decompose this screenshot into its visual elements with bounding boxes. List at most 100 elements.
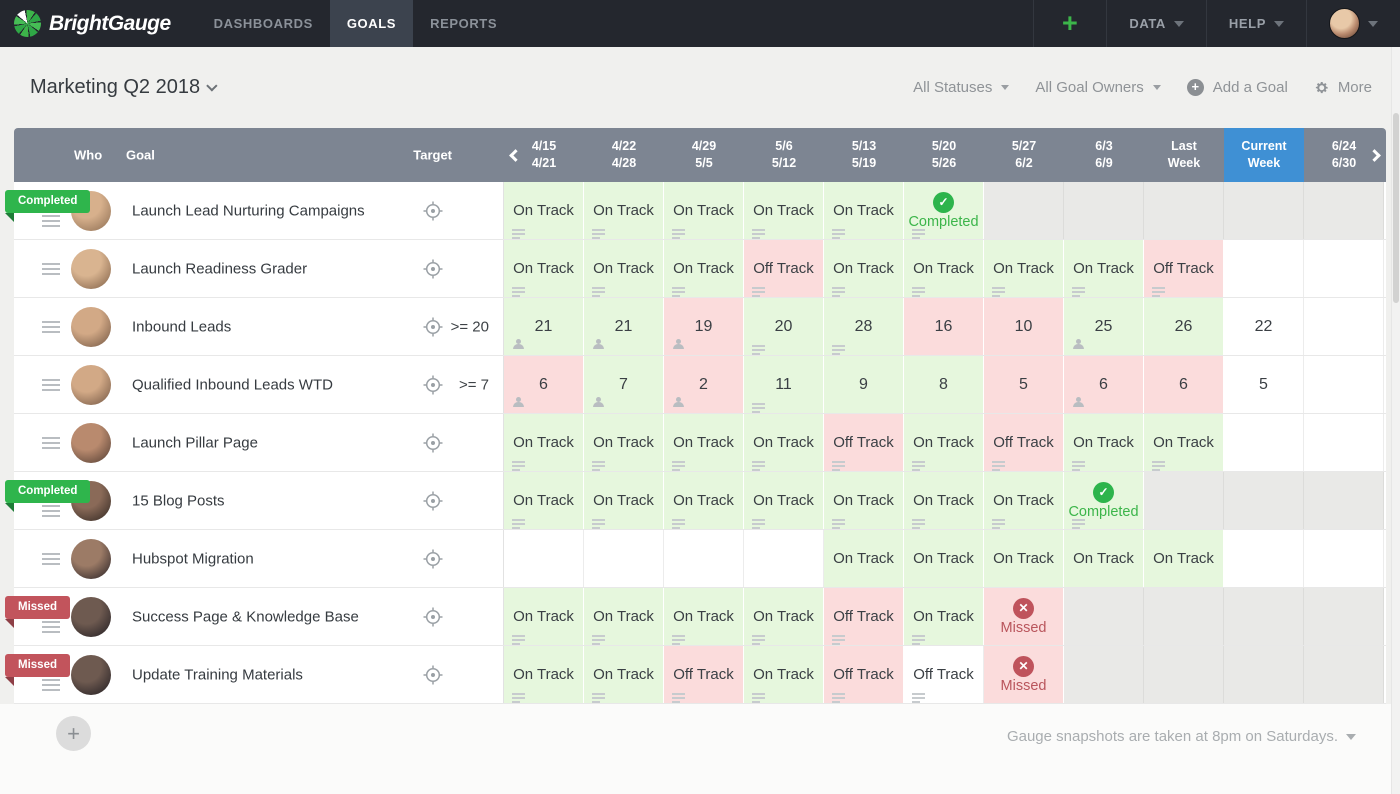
- week-cell[interactable]: On Track: [504, 240, 584, 297]
- week-cell[interactable]: 11: [744, 356, 824, 413]
- week-cell[interactable]: 5: [984, 356, 1064, 413]
- scrollbar-thumb[interactable]: [1393, 113, 1399, 303]
- week-cell[interactable]: On Track: [744, 472, 824, 529]
- week-cell[interactable]: On Track: [824, 182, 904, 239]
- nav-account-menu[interactable]: [1306, 0, 1400, 47]
- week-cell[interactable]: 10: [984, 298, 1064, 355]
- drag-handle-icon[interactable]: [42, 621, 60, 636]
- week-cell[interactable]: ✓Completed: [904, 182, 984, 239]
- week-cell[interactable]: Off Track: [984, 414, 1064, 471]
- week-cell[interactable]: Off Track: [744, 240, 824, 297]
- goal-list-title[interactable]: Marketing Q2 2018: [30, 76, 218, 99]
- week-cell[interactable]: On Track: [1144, 530, 1224, 587]
- week-cell[interactable]: On Track: [904, 530, 984, 587]
- week-cell[interactable]: On Track: [504, 646, 584, 703]
- nav-menu-data[interactable]: DATA: [1106, 0, 1206, 47]
- week-cell[interactable]: On Track: [1064, 530, 1144, 587]
- week-cell[interactable]: On Track: [584, 472, 664, 529]
- week-cell[interactable]: Off Track: [1144, 240, 1224, 297]
- brand[interactable]: BrightGauge: [0, 0, 197, 47]
- week-cell[interactable]: 20: [744, 298, 824, 355]
- week-cell[interactable]: 19: [664, 298, 744, 355]
- week-cell[interactable]: 7: [584, 356, 664, 413]
- week-cell[interactable]: 2: [664, 356, 744, 413]
- week-cell[interactable]: 26: [1144, 298, 1224, 355]
- week-cell[interactable]: Off Track: [664, 646, 744, 703]
- week-cell[interactable]: On Track: [664, 414, 744, 471]
- week-cell[interactable]: Off Track: [824, 646, 904, 703]
- week-cell[interactable]: On Track: [744, 588, 824, 645]
- week-cell[interactable]: 22: [1224, 298, 1304, 355]
- week-cell[interactable]: ✓Completed: [1064, 472, 1144, 529]
- column-header-week: 5/65/12: [744, 128, 824, 182]
- drag-handle-icon[interactable]: [42, 505, 60, 520]
- nav-tab-dashboards[interactable]: DASHBOARDS: [197, 0, 330, 47]
- more-button[interactable]: More: [1314, 79, 1372, 96]
- week-cell[interactable]: On Track: [1064, 414, 1144, 471]
- week-cell[interactable]: On Track: [744, 646, 824, 703]
- nav-tab-goals[interactable]: GOALS: [330, 0, 413, 47]
- drag-handle-icon[interactable]: [42, 263, 60, 278]
- drag-handle-icon[interactable]: [42, 437, 60, 452]
- week-cell[interactable]: On Track: [904, 588, 984, 645]
- page-scrollbar[interactable]: [1391, 47, 1400, 794]
- week-cell[interactable]: On Track: [984, 530, 1064, 587]
- week-cell[interactable]: On Track: [984, 472, 1064, 529]
- nav-tab-reports[interactable]: REPORTS: [413, 0, 514, 47]
- week-cell[interactable]: On Track: [984, 240, 1064, 297]
- drag-handle-icon[interactable]: [42, 321, 60, 336]
- week-cell[interactable]: On Track: [824, 530, 904, 587]
- week-cell[interactable]: On Track: [1144, 414, 1224, 471]
- notes-icon: [912, 635, 925, 637]
- week-cell[interactable]: Off Track: [824, 414, 904, 471]
- add-goal-fab-button[interactable]: +: [56, 716, 91, 751]
- week-cell[interactable]: On Track: [584, 240, 664, 297]
- week-cell[interactable]: 21: [584, 298, 664, 355]
- week-cell[interactable]: 28: [824, 298, 904, 355]
- nav-add-button[interactable]: +: [1033, 0, 1106, 47]
- week-cell[interactable]: On Track: [584, 646, 664, 703]
- week-cell[interactable]: Off Track: [904, 646, 984, 703]
- week-cell[interactable]: On Track: [504, 182, 584, 239]
- drag-handle-icon[interactable]: [42, 679, 60, 694]
- column-header-current-week[interactable]: CurrentWeek: [1224, 128, 1304, 182]
- week-cell[interactable]: On Track: [664, 588, 744, 645]
- week-cell[interactable]: On Track: [664, 472, 744, 529]
- week-cell[interactable]: On Track: [504, 588, 584, 645]
- week-cell[interactable]: On Track: [584, 182, 664, 239]
- week-cell[interactable]: On Track: [584, 588, 664, 645]
- week-cell[interactable]: On Track: [664, 182, 744, 239]
- status-filter-dropdown[interactable]: All Statuses: [913, 79, 1009, 96]
- week-cell[interactable]: 25: [1064, 298, 1144, 355]
- nav-menu-help[interactable]: HELP: [1206, 0, 1306, 47]
- week-cell[interactable]: On Track: [904, 240, 984, 297]
- week-cell[interactable]: 5: [1224, 356, 1304, 413]
- week-cell[interactable]: Off Track: [824, 588, 904, 645]
- week-cell[interactable]: On Track: [744, 182, 824, 239]
- week-cell[interactable]: On Track: [664, 240, 744, 297]
- week-cell[interactable]: 9: [824, 356, 904, 413]
- week-cell[interactable]: 6: [1144, 356, 1224, 413]
- week-cell[interactable]: On Track: [824, 240, 904, 297]
- owner-filter-dropdown[interactable]: All Goal Owners: [1035, 79, 1160, 96]
- week-cell[interactable]: On Track: [744, 414, 824, 471]
- add-goal-button[interactable]: + Add a Goal: [1187, 79, 1288, 96]
- week-cell[interactable]: 21: [504, 298, 584, 355]
- week-cell[interactable]: ✕Missed: [984, 646, 1064, 703]
- week-cell[interactable]: 6: [1064, 356, 1144, 413]
- week-cell[interactable]: On Track: [904, 472, 984, 529]
- week-cell[interactable]: On Track: [504, 414, 584, 471]
- week-cell[interactable]: 16: [904, 298, 984, 355]
- week-cell[interactable]: 8: [904, 356, 984, 413]
- drag-handle-icon[interactable]: [42, 215, 60, 230]
- week-cell[interactable]: On Track: [1064, 240, 1144, 297]
- week-cell[interactable]: On Track: [584, 414, 664, 471]
- drag-handle-icon[interactable]: [42, 553, 60, 568]
- week-cell[interactable]: On Track: [824, 472, 904, 529]
- week-cell[interactable]: On Track: [904, 414, 984, 471]
- drag-handle-icon[interactable]: [42, 379, 60, 394]
- week-cell[interactable]: ✕Missed: [984, 588, 1064, 645]
- week-cell[interactable]: 6: [504, 356, 584, 413]
- week-cell[interactable]: On Track: [504, 472, 584, 529]
- snapshot-schedule-dropdown[interactable]: Gauge snapshots are taken at 8pm on Satu…: [1007, 728, 1356, 745]
